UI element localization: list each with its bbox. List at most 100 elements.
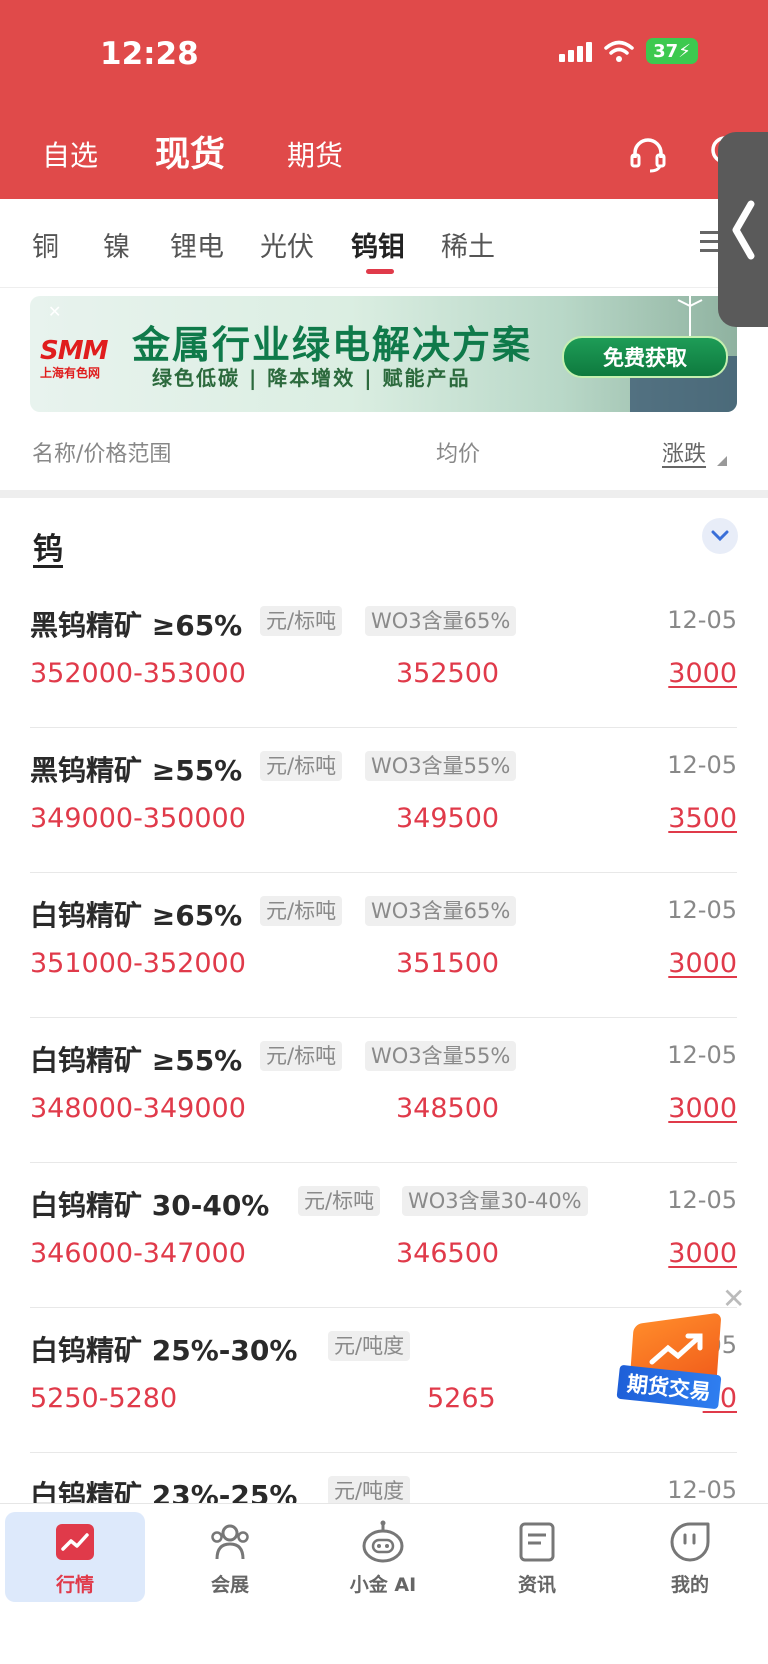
tab-photovoltaic[interactable]: 光伏 xyxy=(260,225,314,264)
price-row[interactable]: 黑钨精矿 ≥55% 元/标吨 WO3含量55% 12-05 349000-350… xyxy=(30,727,737,873)
price-date: 12-05 xyxy=(667,751,737,779)
price-change[interactable]: 3500 xyxy=(668,803,737,834)
nav-news[interactable]: 资讯 xyxy=(467,1512,607,1602)
avg-price: 351500 xyxy=(396,948,500,979)
futures-trading-float-ad[interactable]: 期货交易 xyxy=(616,1312,726,1416)
price-change[interactable]: 3000 xyxy=(668,1238,737,1269)
price-range: 352000-353000 xyxy=(30,658,246,689)
unit-tag: 元/吨度 xyxy=(328,1476,411,1506)
tab-nickel[interactable]: 镍 xyxy=(103,225,130,264)
headset-icon[interactable] xyxy=(628,134,668,174)
col-avg: 均价 xyxy=(436,442,481,467)
bottom-navigation: 行情 会展 小金 AI 资讯 我的 xyxy=(0,1503,768,1664)
price-range: 351000-352000 xyxy=(30,948,246,979)
price-row[interactable]: 白钨精矿 ≥65% 元/标吨 WO3含量65% 12-05 351000-352… xyxy=(30,872,737,1018)
nav-label: 行情 xyxy=(55,1574,94,1596)
spec-tag: WO3含量55% xyxy=(365,751,517,781)
avg-price: 349500 xyxy=(396,803,500,834)
spec-tag: WO3含量65% xyxy=(365,896,517,926)
price-range: 348000-349000 xyxy=(30,1093,246,1124)
nav-market[interactable]: 行情 xyxy=(5,1512,145,1602)
price-change[interactable]: 3000 xyxy=(668,1093,737,1124)
people-icon xyxy=(211,1524,249,1560)
banner-title: 金属行业绿电解决方案 xyxy=(132,323,533,367)
spec-tag: WO3含量30-40% xyxy=(402,1186,588,1216)
tab-rare-earth[interactable]: 稀土 xyxy=(441,225,495,264)
price-row[interactable]: 白钨精矿 30-40% 元/标吨 WO3含量30-40% 12-05 34600… xyxy=(30,1162,737,1308)
price-range: 5250-5280 xyxy=(30,1383,178,1414)
price-date: 12-05 xyxy=(667,1041,737,1069)
price-range: 346000-347000 xyxy=(30,1238,246,1269)
tab-watchlist[interactable]: 自选 xyxy=(42,134,98,174)
tab-spot[interactable]: 现货 xyxy=(155,126,225,177)
price-change[interactable]: 3000 xyxy=(668,658,737,689)
banner-cta-button[interactable]: 免费获取 xyxy=(562,336,728,378)
profile-face-icon xyxy=(670,1522,710,1562)
unit-tag: 元/标吨 xyxy=(260,606,343,636)
col-change-sort[interactable]: 涨跌 xyxy=(662,436,706,468)
spec-tag: WO3含量55% xyxy=(365,1041,517,1071)
battery-level: 37 xyxy=(653,40,679,62)
col-name: 名称/价格范围 xyxy=(32,442,172,467)
section-collapse-button[interactable] xyxy=(702,518,738,554)
nav-label: 资讯 xyxy=(517,1574,556,1596)
unit-tag: 元/标吨 xyxy=(260,751,343,781)
section-separator xyxy=(0,490,768,498)
avg-price: 346500 xyxy=(396,1238,500,1269)
unit-tag: 元/标吨 xyxy=(260,896,343,926)
arrow-up-icon xyxy=(649,1333,703,1365)
product-name: 白钨精矿 ≥65% xyxy=(30,899,243,932)
product-name: 黑钨精矿 ≥55% xyxy=(30,754,243,787)
nav-label: 我的 xyxy=(670,1574,709,1596)
active-tab-indicator xyxy=(366,269,394,274)
tab-futures[interactable]: 期货 xyxy=(287,134,343,174)
robot-icon xyxy=(362,1520,404,1563)
product-name: 白钨精矿 30-40% xyxy=(30,1189,270,1222)
avg-price: 348500 xyxy=(396,1093,500,1124)
float-ad-close-icon[interactable]: ✕ xyxy=(722,1282,745,1315)
promo-banner[interactable]: ✕ SMM 上海有色网 金属行业绿电解决方案 绿色低碳 | 降本增效 | 赋能产… xyxy=(30,296,737,412)
nav-label: 小金 AI xyxy=(349,1574,417,1596)
price-date: 12-05 xyxy=(667,896,737,924)
wifi-icon xyxy=(604,40,634,62)
sort-arrow-icon xyxy=(717,456,727,466)
document-icon xyxy=(519,1522,555,1562)
price-row[interactable]: 黑钨精矿 ≥65% 元/标吨 WO3含量65% 12-05 352000-353… xyxy=(30,582,737,728)
banner-subtitle: 绿色低碳 | 降本增效 | 赋能产品 xyxy=(152,366,471,390)
price-row[interactable]: 白钨精矿 ≥55% 元/标吨 WO3含量55% 12-05 348000-349… xyxy=(30,1017,737,1163)
status-icons: 37 ⚡ xyxy=(559,38,698,64)
unit-tag: 元/标吨 xyxy=(260,1041,343,1071)
chevron-down-icon xyxy=(711,530,729,542)
chart-trend-icon xyxy=(56,1524,94,1560)
section-title[interactable]: 钨 xyxy=(33,524,63,568)
column-header: 名称/价格范围 均价 涨跌 xyxy=(0,412,768,490)
tab-lithium-battery[interactable]: 锂电 xyxy=(170,225,224,264)
spec-tag: WO3含量65% xyxy=(365,606,517,636)
tab-copper[interactable]: 铜 xyxy=(32,225,59,264)
side-collapse-handle[interactable] xyxy=(718,132,768,327)
banner-close-icon[interactable]: ✕ xyxy=(48,302,61,321)
product-name: 白钨精矿 ≥55% xyxy=(30,1044,243,1077)
app-header: 12:28 37 ⚡ 自选 现货 期货 xyxy=(0,0,768,199)
price-date: 12-05 xyxy=(667,606,737,634)
price-date: 12-05 xyxy=(667,1186,737,1214)
market-type-tabs: 自选 现货 期货 xyxy=(0,122,768,182)
price-date: 12-05 xyxy=(667,1476,737,1504)
chevron-left-icon xyxy=(732,200,755,259)
nav-label: 会展 xyxy=(210,1574,249,1596)
nav-ai-assistant[interactable]: 小金 AI xyxy=(313,1512,453,1602)
unit-tag: 元/标吨 xyxy=(298,1186,381,1216)
product-name: 白钨精矿 25%-30% xyxy=(30,1334,298,1367)
price-range: 349000-350000 xyxy=(30,803,246,834)
unit-tag: 元/吨度 xyxy=(328,1331,411,1361)
product-name: 黑钨精矿 ≥65% xyxy=(30,609,243,642)
status-time: 12:28 xyxy=(100,36,199,72)
price-change[interactable]: 3000 xyxy=(668,948,737,979)
smm-logo: SMM 上海有色网 xyxy=(40,336,108,380)
signal-icon xyxy=(559,40,592,62)
nav-exhibition[interactable]: 会展 xyxy=(160,1512,300,1602)
battery-icon: 37 ⚡ xyxy=(646,38,698,64)
tab-tungsten-molybdenum[interactable]: 钨钼 xyxy=(351,225,405,264)
nav-profile[interactable]: 我的 xyxy=(620,1512,760,1602)
metal-category-tabs: 铜 镍 锂电 光伏 钨钼 稀土 xyxy=(0,199,768,288)
